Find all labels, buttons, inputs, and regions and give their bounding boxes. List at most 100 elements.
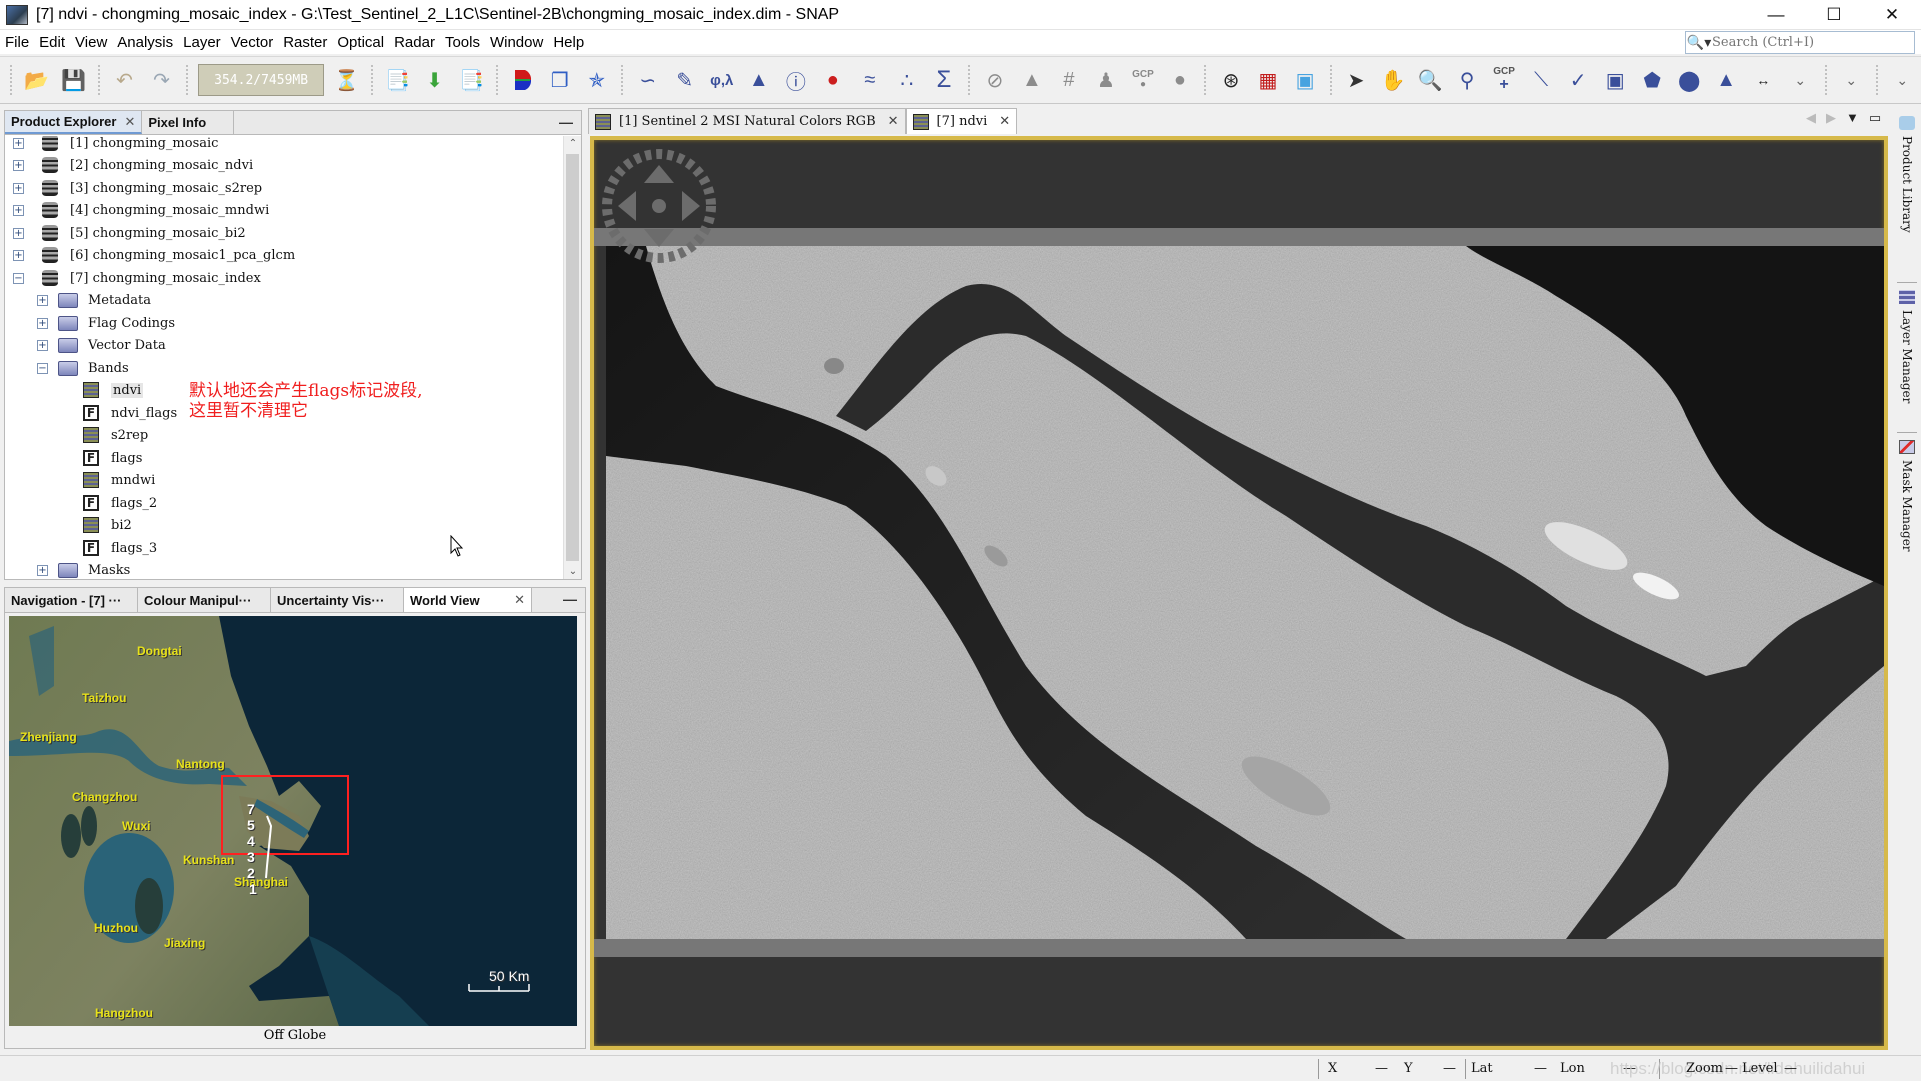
- product-footprint-label[interactable]: 3: [247, 849, 255, 865]
- product-footprint-label[interactable]: 1: [249, 881, 257, 897]
- undo-icon[interactable]: ↶: [109, 64, 140, 96]
- world-view-icon[interactable]: ▣: [1290, 64, 1321, 96]
- tree-group-metadata[interactable]: + Metadata: [37, 289, 151, 311]
- minimize-panel-icon[interactable]: —: [563, 591, 577, 607]
- doc-tab-rgb[interactable]: [1] Sentinel 2 MSI Natural Colors RGB ✕: [588, 108, 906, 134]
- export-icon[interactable]: 📑: [456, 64, 487, 96]
- menu-file[interactable]: File: [0, 34, 34, 51]
- tree-product-7[interactable]: − [7] chongming_mosaic_index: [13, 267, 261, 289]
- tree-band-flags[interactable]: F flags: [83, 447, 142, 469]
- image-view-ndvi[interactable]: [590, 136, 1888, 1050]
- statistics-icon[interactable]: ●: [817, 64, 848, 96]
- tab-pixel-info[interactable]: Pixel Info: [142, 111, 235, 134]
- more-icon[interactable]: ⌄: [1887, 64, 1918, 96]
- doc-tab-ndvi[interactable]: [7] ndvi ✕: [905, 108, 1018, 134]
- quick-search[interactable]: 🔍▾: [1685, 31, 1915, 54]
- expand-icon[interactable]: +: [13, 249, 24, 261]
- search-icon[interactable]: 🔍▾: [1686, 34, 1712, 51]
- polyline-drawing-icon[interactable]: ✓: [1563, 64, 1594, 96]
- select-tool-icon[interactable]: ➤: [1341, 64, 1372, 96]
- batch-processing-icon[interactable]: ▦: [1253, 64, 1284, 96]
- close-icon[interactable]: ✕: [124, 114, 135, 130]
- gcp-placing-icon[interactable]: GCP +: [1489, 64, 1520, 96]
- expand-icon[interactable]: +: [37, 339, 48, 351]
- tree-group-flag-codings[interactable]: + Flag Codings: [37, 312, 175, 334]
- world-view-map[interactable]: Dongtai Taizhou Zhenjiang Nantong Changz…: [9, 616, 577, 1026]
- scroll-tabs-left-icon[interactable]: ◀: [1806, 110, 1816, 126]
- tab-colour-manipulation[interactable]: Colour Manipul···: [138, 588, 271, 612]
- expand-icon[interactable]: +: [13, 204, 24, 216]
- line-drawing-icon[interactable]: ⟍: [1526, 64, 1557, 96]
- menu-optical[interactable]: Optical: [332, 34, 389, 51]
- profile-plot-icon[interactable]: ≈: [854, 64, 885, 96]
- product-footprint-label[interactable]: 7: [247, 801, 255, 817]
- expand-icon[interactable]: +: [13, 159, 24, 171]
- maximize-button[interactable]: ☐: [1805, 0, 1863, 29]
- ellipse-drawing-icon[interactable]: ⬤: [1674, 64, 1705, 96]
- tree-band-s2rep[interactable]: s2rep: [83, 424, 148, 446]
- open-product-icon[interactable]: 📂: [21, 64, 52, 96]
- pan-tool-icon[interactable]: ✋: [1378, 64, 1409, 96]
- tiled-windows-icon[interactable]: ❐: [544, 64, 575, 96]
- close-icon[interactable]: ✕: [888, 114, 899, 129]
- sidebar-tab-layer-manager[interactable]: Layer Manager: [1895, 290, 1919, 403]
- tree-group-vector-data[interactable]: + Vector Data: [37, 334, 166, 356]
- gc-clock-icon[interactable]: ⏳: [331, 64, 362, 96]
- rectangle-drawing-icon[interactable]: ▣: [1600, 64, 1631, 96]
- maximize-document-icon[interactable]: ▭: [1869, 110, 1881, 126]
- graph-builder-icon[interactable]: ⊛: [1215, 64, 1246, 96]
- memory-gauge[interactable]: 354.2/7459MB: [198, 64, 325, 96]
- scroll-tabs-right-icon[interactable]: ▶: [1826, 110, 1836, 126]
- menu-analysis[interactable]: Analysis: [112, 34, 178, 51]
- minimize-button[interactable]: —: [1747, 0, 1805, 29]
- band-maths-icon[interactable]: Σ: [928, 64, 959, 96]
- tree-band-ndvi-flags[interactable]: F ndvi_flags: [83, 402, 177, 424]
- close-icon[interactable]: ✕: [514, 592, 525, 608]
- menu-view[interactable]: View: [70, 34, 112, 51]
- menu-edit[interactable]: Edit: [34, 34, 70, 51]
- tree-product-3[interactable]: + [3] chongming_mosaic_s2rep: [13, 177, 262, 199]
- product-library-icon[interactable]: 📑: [382, 64, 413, 96]
- tree-band-flags-2[interactable]: F flags_2: [83, 492, 157, 514]
- world-map-icon[interactable]: ●: [1164, 64, 1195, 96]
- geo-coding-icon[interactable]: φ,λ: [706, 64, 737, 96]
- mask-icon[interactable]: ♟: [1090, 64, 1121, 96]
- product-footprint-label[interactable]: 2: [247, 865, 255, 881]
- product-footprint-label[interactable]: 5: [247, 817, 255, 833]
- range-finder-icon[interactable]: ↔: [1748, 64, 1779, 96]
- menu-radar[interactable]: Radar: [389, 34, 440, 51]
- menu-vector[interactable]: Vector: [226, 34, 279, 51]
- pin-placing-icon[interactable]: ⚲: [1452, 64, 1483, 96]
- tree-product-2[interactable]: + [2] chongming_mosaic_ndvi: [13, 154, 253, 176]
- scatter-plot-icon[interactable]: ∴: [891, 64, 922, 96]
- save-product-icon[interactable]: 💾: [58, 64, 89, 96]
- menu-raster[interactable]: Raster: [278, 34, 332, 51]
- collapse-icon[interactable]: −: [37, 362, 48, 374]
- search-input[interactable]: [1712, 35, 1907, 50]
- tab-uncertainty-visualisation[interactable]: Uncertainty Vis···: [271, 588, 404, 612]
- tree-group-bands[interactable]: − Bands: [37, 357, 129, 379]
- pan-navigation-control[interactable]: [598, 145, 720, 267]
- tree-band-flags-3[interactable]: F flags_3: [83, 537, 157, 559]
- tree-product-1[interactable]: + [1] chongming_mosaic: [13, 136, 218, 154]
- gcp-manager-icon[interactable]: ▲: [1016, 64, 1047, 96]
- graticule-icon[interactable]: #: [1053, 64, 1084, 96]
- tree-group-masks[interactable]: + Masks: [37, 559, 130, 579]
- pin-manager-icon[interactable]: ⊘: [979, 64, 1010, 96]
- minimize-panel-icon[interactable]: —: [559, 114, 573, 130]
- sidebar-tab-product-library[interactable]: Product Library: [1895, 116, 1919, 233]
- scroll-down-icon[interactable]: ⌄: [564, 566, 582, 577]
- tab-list-dropdown-icon[interactable]: ▼: [1846, 110, 1859, 126]
- expand-icon[interactable]: +: [13, 227, 24, 239]
- spectrum-view-icon[interactable]: ∽: [632, 64, 663, 96]
- expand-icon[interactable]: +: [13, 182, 24, 194]
- more-icon[interactable]: ⌄: [1836, 64, 1867, 96]
- menu-tools[interactable]: Tools: [440, 34, 485, 51]
- scrollbar-thumb[interactable]: [566, 154, 579, 561]
- tree-product-6[interactable]: + [6] chongming_mosaic1_pca_glcm: [13, 244, 295, 266]
- edit-vector-icon[interactable]: ✎: [669, 64, 700, 96]
- tab-product-explorer[interactable]: Product Explorer ✕: [5, 111, 143, 134]
- rgb-image-icon[interactable]: [507, 64, 538, 96]
- information-icon[interactable]: ⓘ: [780, 64, 811, 96]
- tree-band-ndvi[interactable]: ndvi: [83, 379, 144, 401]
